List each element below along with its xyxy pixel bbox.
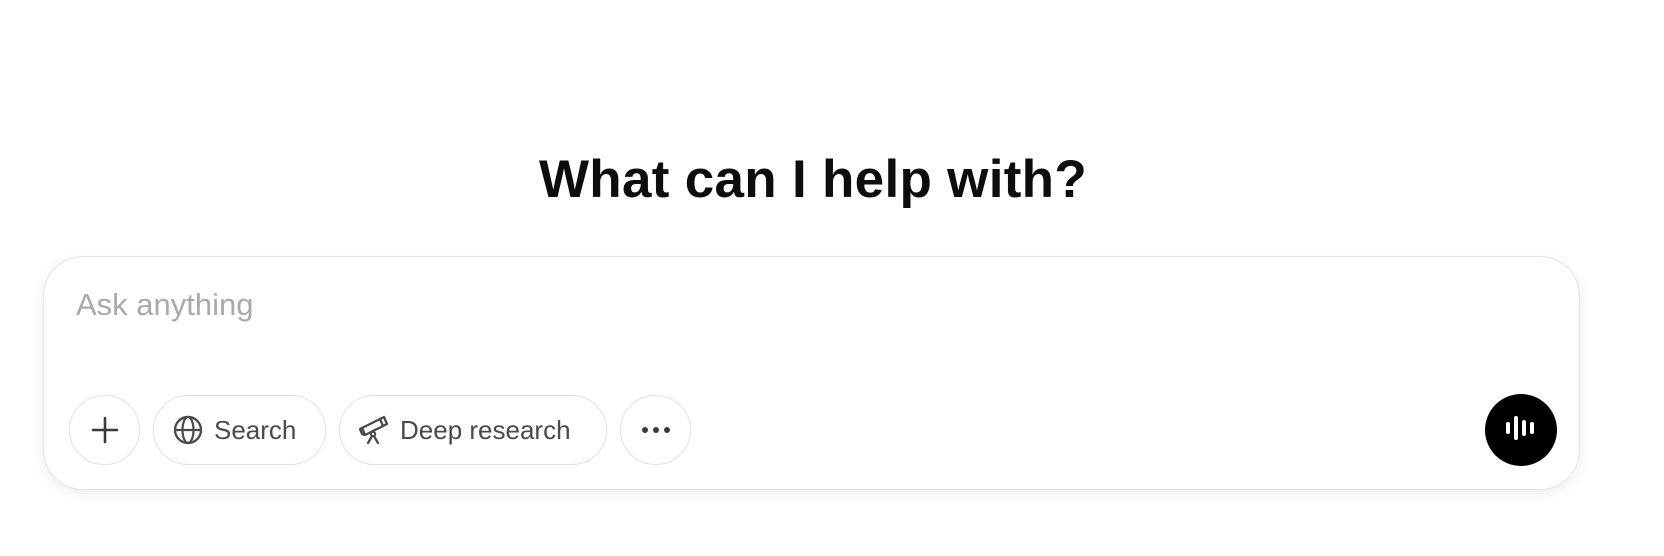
attach-button[interactable] (69, 395, 140, 465)
deep-research-button-label: Deep research (400, 414, 571, 445)
ellipsis-icon (640, 425, 672, 435)
prompt-input[interactable] (76, 283, 1476, 327)
page: What can I help with? Search (0, 0, 1664, 556)
telescope-icon (358, 414, 390, 446)
chat-composer: Search Deep research (43, 256, 1580, 490)
page-title: What can I help with? (538, 150, 1088, 209)
voice-wave-icon (1503, 413, 1539, 448)
voice-mode-button[interactable] (1485, 394, 1557, 466)
plus-icon (90, 415, 120, 445)
search-button[interactable]: Search (153, 395, 326, 465)
search-button-label: Search (214, 414, 297, 445)
deep-research-button[interactable]: Deep research (339, 395, 607, 465)
globe-icon (172, 414, 204, 446)
more-options-button[interactable] (620, 395, 691, 465)
